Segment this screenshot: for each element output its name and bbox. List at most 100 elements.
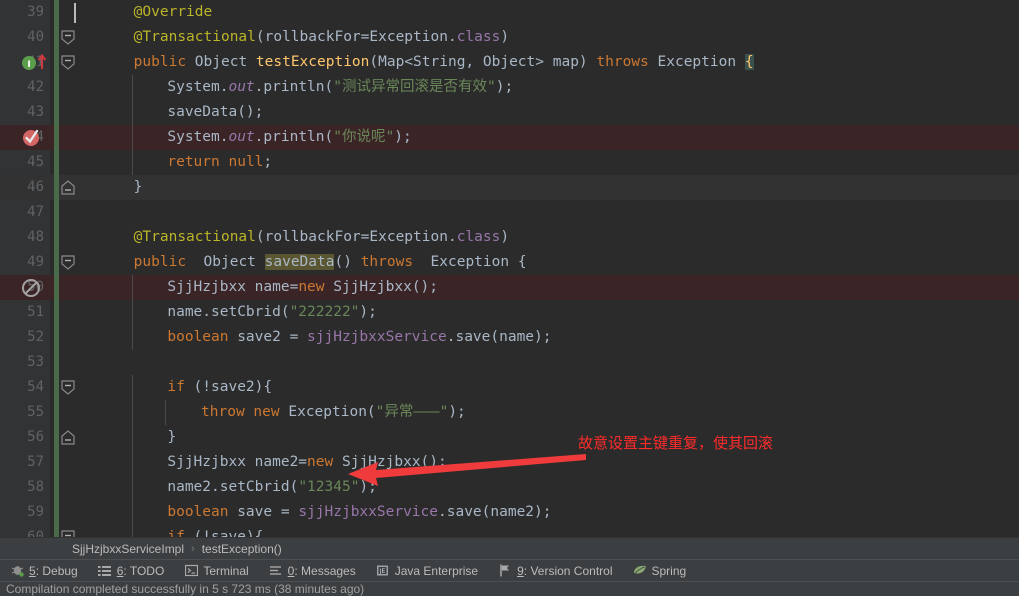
branch-icon: [498, 564, 512, 578]
code-line[interactable]: 56}: [0, 425, 1019, 450]
fold-end-icon: [61, 180, 75, 195]
fold-marker[interactable]: [60, 325, 76, 350]
fold-marker[interactable]: [60, 100, 76, 125]
gutter-marker[interactable]: [20, 350, 50, 375]
gutter-marker[interactable]: [20, 525, 50, 537]
code-line[interactable]: 44System.out.println("你说呢");: [0, 125, 1019, 150]
fold-marker[interactable]: [60, 350, 76, 375]
code-line[interactable]: 47: [0, 200, 1019, 225]
tool-window-debug-button[interactable]: 5: Debug: [0, 560, 88, 582]
code-line[interactable]: 42 System.out.println("测试异常回滚是否有效");: [0, 75, 1019, 100]
code-line[interactable]: 43 saveData();: [0, 100, 1019, 125]
code-text[interactable]: }: [100, 425, 1019, 450]
tool-window-spring-button[interactable]: Spring: [623, 560, 697, 582]
code-text[interactable]: public Object testException(Map<String, …: [100, 50, 1019, 75]
code-line[interactable]: 51 name.setCbrid("222222");: [0, 300, 1019, 325]
gutter-marker[interactable]: [20, 425, 50, 450]
fold-marker[interactable]: [60, 400, 76, 425]
fold-marker[interactable]: [60, 425, 76, 450]
code-text[interactable]: public Object saveData() throws Exceptio…: [100, 250, 1019, 275]
code-text[interactable]: return null;: [100, 150, 1019, 175]
breadcrumb-class[interactable]: SjjHzjbxxServiceImpl: [72, 542, 184, 556]
gutter-marker[interactable]: [20, 175, 50, 200]
code-line[interactable]: 50 SjjHzjbxx name=new SjjHzjbxx();: [0, 275, 1019, 300]
code-line[interactable]: 39 @Override: [0, 0, 1019, 25]
code-text[interactable]: if (!save2){: [100, 375, 1019, 400]
code-text[interactable]: name.setCbrid("222222");: [100, 300, 1019, 325]
fold-marker[interactable]: [60, 75, 76, 100]
fold-collapse-icon: [61, 55, 75, 70]
gutter-marker[interactable]: [20, 225, 50, 250]
gutter-marker[interactable]: [20, 500, 50, 525]
tool-window-versioncontrol-button[interactable]: 9: Version Control: [488, 560, 622, 582]
gutter-marker[interactable]: [20, 375, 50, 400]
gutter-marker[interactable]: [20, 25, 50, 50]
spring-leaf-icon: [633, 564, 647, 578]
gutter-marker[interactable]: [20, 0, 50, 25]
fold-marker[interactable]: [60, 275, 76, 300]
code-line[interactable]: 54 if (!save2){: [0, 375, 1019, 400]
code-line[interactable]: 41Ipublic Object testException(Map<Strin…: [0, 50, 1019, 75]
tool-window-mnemonic: 9: [517, 563, 524, 578]
fold-marker[interactable]: [60, 450, 76, 475]
code-text[interactable]: SjjHzjbxx name=new SjjHzjbxx();: [100, 275, 1019, 300]
breadcrumb[interactable]: SjjHzjbxxServiceImpl › testException(): [0, 537, 1019, 559]
gutter-marker[interactable]: [20, 275, 50, 300]
gutter-marker[interactable]: [20, 75, 50, 100]
gutter-marker[interactable]: I: [20, 50, 50, 75]
fold-marker[interactable]: [60, 150, 76, 175]
fold-marker[interactable]: [60, 525, 76, 537]
fold-marker[interactable]: [60, 300, 76, 325]
tool-window-todo-button[interactable]: 6: TODO: [88, 560, 175, 582]
gutter-marker[interactable]: [20, 450, 50, 475]
fold-marker[interactable]: [60, 175, 76, 200]
code-line[interactable]: 46}: [0, 175, 1019, 200]
gutter-marker[interactable]: [20, 250, 50, 275]
fold-marker[interactable]: [60, 375, 76, 400]
code-line[interactable]: 45 return null;: [0, 150, 1019, 175]
code-text[interactable]: @Transactional(rollbackFor=Exception.cla…: [100, 225, 1019, 250]
code-text[interactable]: boolean save = sjjHzjbxxService.save(nam…: [100, 500, 1019, 525]
fold-marker[interactable]: [60, 500, 76, 525]
code-text[interactable]: @Override: [100, 0, 1019, 25]
code-text[interactable]: }: [100, 175, 1019, 200]
fold-marker[interactable]: [60, 225, 76, 250]
code-text[interactable]: boolean save2 = sjjHzjbxxService.save(na…: [100, 325, 1019, 350]
gutter-marker[interactable]: [20, 300, 50, 325]
code-text[interactable]: @Transactional(rollbackFor=Exception.cla…: [100, 25, 1019, 50]
fold-marker[interactable]: [60, 125, 76, 150]
code-line[interactable]: 49 public Object saveData() throws Except…: [0, 250, 1019, 275]
code-line[interactable]: 52 boolean save2 = sjjHzjbxxService.save(…: [0, 325, 1019, 350]
fold-marker[interactable]: [60, 50, 76, 75]
tool-window-messages-button[interactable]: 0: Messages: [259, 560, 366, 582]
breadcrumb-method[interactable]: testException(): [202, 542, 282, 556]
code-text[interactable]: throw new Exception("异常———");: [100, 400, 1019, 425]
fold-marker[interactable]: [60, 250, 76, 275]
gutter-marker[interactable]: [20, 100, 50, 125]
vcs-change-stripe[interactable]: [54, 0, 59, 537]
code-line[interactable]: 40 @Transactional(rollbackFor=Exception.c…: [0, 25, 1019, 50]
gutter-marker[interactable]: [20, 150, 50, 175]
gutter-marker[interactable]: [20, 200, 50, 225]
code-line[interactable]: 53: [0, 350, 1019, 375]
gutter-marker[interactable]: [20, 400, 50, 425]
fold-collapse-icon: [61, 380, 75, 395]
code-text[interactable]: System.out.println("测试异常回滚是否有效");: [100, 75, 1019, 100]
code-text[interactable]: System.out.println("你说呢");: [100, 125, 1019, 150]
gutter-marker[interactable]: [20, 125, 50, 150]
code-text[interactable]: saveData();: [100, 100, 1019, 125]
fold-marker[interactable]: [60, 200, 76, 225]
tool-window-javaenterprise-button[interactable]: JE Java Enterprise: [366, 560, 488, 582]
fold-marker[interactable]: [60, 475, 76, 500]
gutter-marker[interactable]: [20, 325, 50, 350]
code-line[interactable]: 55 throw new Exception("异常———");: [0, 400, 1019, 425]
tool-window-bar[interactable]: 5: Debug 6: TODO Terminal 0: Messages JE Java…: [0, 559, 1019, 581]
fold-marker[interactable]: [60, 25, 76, 50]
code-line[interactable]: 48 @Transactional(rollbackFor=Exception.c…: [0, 225, 1019, 250]
code-text[interactable]: if (!save){: [100, 525, 1019, 537]
tool-window-terminal-button[interactable]: Terminal: [174, 560, 258, 582]
status-bar: Compilation completed successfully in 5 …: [0, 581, 1019, 596]
code-line[interactable]: 60 if (!save){: [0, 525, 1019, 537]
gutter-marker[interactable]: [20, 475, 50, 500]
code-line[interactable]: 59 boolean save = sjjHzjbxxService.save(n…: [0, 500, 1019, 525]
